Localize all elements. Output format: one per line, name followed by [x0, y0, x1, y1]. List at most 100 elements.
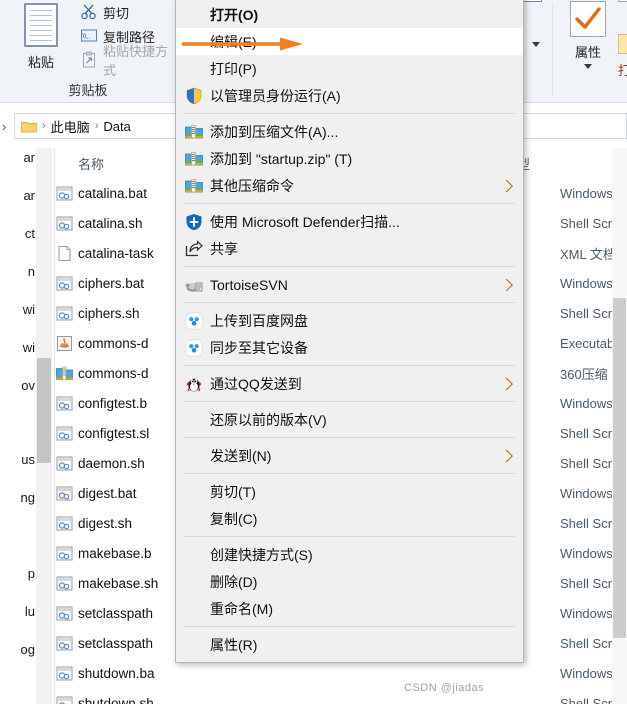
- menu-item[interactable]: 剪切(T): [176, 478, 523, 505]
- bat-script-icon: [56, 215, 73, 232]
- clipboard-group-caption: 剪贴板: [68, 83, 108, 98]
- nav-fragment[interactable]: n: [28, 264, 35, 279]
- menu-item-no-icon: [182, 634, 206, 656]
- menu-item[interactable]: 还原以前的版本(V): [176, 406, 523, 433]
- context-menu[interactable]: 打开(O) 编辑(E) 打印(P) 以管理员身份运行(A) 添加到压缩文件(A)... 添…: [175, 0, 524, 663]
- cut-button[interactable]: 剪切: [78, 0, 176, 24]
- file-type-cell: Windows: [560, 485, 613, 501]
- menu-item-label: 复制(C): [210, 510, 258, 527]
- file-explorer-window: 粘贴 剪切 \\.. 复制路径 粘贴快捷方式 剪贴板 属性 打 › › 此电脑 …: [0, 0, 627, 704]
- bat-script-icon: [56, 395, 73, 412]
- nav-fragment[interactable]: us: [21, 452, 35, 467]
- table-row[interactable]: shutdown.sh Shell Scr: [56, 688, 627, 704]
- menu-item[interactable]: 打印(P): [176, 55, 523, 82]
- tortoise-svn-icon: [182, 274, 206, 296]
- menu-item-no-icon: [182, 571, 206, 593]
- nav-fragment[interactable]: ar: [23, 150, 35, 165]
- pane-splitter[interactable]: [54, 148, 55, 704]
- shield-icon: [182, 85, 206, 107]
- menu-item-label: TortoiseSVN: [210, 276, 288, 293]
- menu-item-label: 通过QQ发送到: [210, 375, 302, 392]
- watermark: CSDN @jiadas: [404, 682, 485, 694]
- baidu-netdisk-icon: [182, 310, 206, 332]
- file-type-cell: Windows: [560, 665, 613, 681]
- menu-item[interactable]: 重命名(M): [176, 595, 523, 622]
- breadcrumb-item-1[interactable]: Data: [103, 119, 130, 134]
- paste-button[interactable]: 粘贴: [10, 2, 72, 76]
- ribbon-extra-yellow-icon[interactable]: [618, 34, 627, 54]
- paste-shortcut-icon: [80, 51, 98, 69]
- menu-item[interactable]: 创建快捷方式(S): [176, 541, 523, 568]
- menu-item[interactable]: 添加到压缩文件(A)...: [176, 118, 523, 145]
- nav-fragment[interactable]: og: [21, 642, 35, 657]
- nav-fragment[interactable]: ng: [21, 490, 35, 505]
- bat-script-icon: [56, 485, 73, 502]
- file-list-scrollbar-thumb[interactable]: [613, 298, 626, 638]
- menu-separator: [184, 473, 515, 474]
- chevron-left-icon[interactable]: ›: [2, 119, 6, 134]
- chevron-right-icon[interactable]: [500, 449, 513, 462]
- menu-item[interactable]: 以管理员身份运行(A): [176, 82, 523, 109]
- menu-item[interactable]: 共享: [176, 235, 523, 262]
- menu-item[interactable]: 其他压缩命令: [176, 172, 523, 199]
- file-name-cell: digest.sh: [78, 515, 133, 531]
- chevron-right-icon[interactable]: [500, 179, 513, 192]
- file-type-cell: Shell Scr: [560, 635, 613, 651]
- file-type-cell: Shell Scr: [560, 515, 613, 531]
- file-name-cell: catalina.sh: [78, 215, 143, 231]
- annotation-arrow-icon: [182, 36, 304, 55]
- nav-fragment[interactable]: ct: [25, 226, 35, 241]
- breadcrumb-item-0[interactable]: 此电脑: [51, 117, 90, 136]
- scissors-icon: [80, 3, 98, 21]
- nav-fragment[interactable]: wi: [23, 340, 35, 355]
- menu-item-label: 使用 Microsoft Defender扫描...: [210, 213, 400, 230]
- svg-text:\\..: \\..: [83, 34, 91, 41]
- menu-item-label: 发送到(N): [210, 447, 272, 464]
- file-name-cell: configtest.sl: [78, 425, 150, 441]
- menu-item[interactable]: 发送到(N): [176, 442, 523, 469]
- navigation-scrollbar-thumb[interactable]: [37, 358, 51, 463]
- menu-item[interactable]: 删除(D): [176, 568, 523, 595]
- paste-shortcut-button[interactable]: 粘贴快捷方式: [78, 44, 176, 78]
- nav-fragment[interactable]: wi: [23, 302, 35, 317]
- nav-fragment[interactable]: ov: [21, 378, 35, 393]
- archive-icon: [182, 121, 206, 143]
- paste-shortcut-label: 粘贴快捷方式: [103, 44, 169, 78]
- column-header-name[interactable]: 名称: [78, 154, 104, 173]
- properties-chevron-down-icon[interactable]: [584, 64, 592, 69]
- menu-item-no-icon: [182, 58, 206, 80]
- menu-item-label: 创建快捷方式(S): [210, 546, 313, 563]
- menu-item[interactable]: 使用 Microsoft Defender扫描...: [176, 208, 523, 235]
- bat-script-icon: [56, 665, 73, 682]
- nav-fragment[interactable]: ar: [23, 188, 35, 203]
- menu-item[interactable]: 同步至其它设备: [176, 334, 523, 361]
- file-type-cell: Windows: [560, 605, 613, 621]
- bat-script-icon: [56, 275, 73, 292]
- copy-path-icon: \\..: [80, 27, 98, 45]
- file-name-cell: catalina.bat: [78, 185, 148, 201]
- nav-fragment[interactable]: lu: [25, 604, 35, 619]
- file-type-cell: Windows: [560, 275, 613, 291]
- menu-item[interactable]: 上传到百度网盘: [176, 307, 523, 334]
- menu-item-no-icon: [182, 598, 206, 620]
- nav-fragment[interactable]: p: [28, 566, 35, 581]
- chevron-down-icon[interactable]: [532, 42, 540, 47]
- ribbon-extra-box[interactable]: [618, 0, 627, 2]
- bat-script-icon: [56, 695, 73, 704]
- menu-item-label: 剪切(T): [210, 483, 256, 500]
- menu-item-label: 删除(D): [210, 573, 258, 590]
- menu-item[interactable]: 打开(O): [176, 1, 523, 28]
- file-name-cell: ciphers.sh: [78, 305, 140, 321]
- qq-penguin-icon: [182, 373, 206, 395]
- properties-button[interactable]: 属性: [562, 0, 614, 78]
- menu-item[interactable]: 属性(R): [176, 631, 523, 658]
- menu-item[interactable]: 复制(C): [176, 505, 523, 532]
- bat-script-icon: [56, 425, 73, 442]
- ribbon-group-clipboard: 粘贴 剪切 \\.. 复制路径 粘贴快捷方式 剪贴板: [0, 0, 177, 103]
- menu-item[interactable]: TortoiseSVN: [176, 271, 523, 298]
- file-name-cell: configtest.b: [78, 395, 148, 411]
- menu-item[interactable]: 添加到 "startup.zip" (T): [176, 145, 523, 172]
- menu-item[interactable]: 通过QQ发送到: [176, 370, 523, 397]
- chevron-right-icon[interactable]: [500, 278, 513, 291]
- chevron-right-icon[interactable]: [500, 377, 513, 390]
